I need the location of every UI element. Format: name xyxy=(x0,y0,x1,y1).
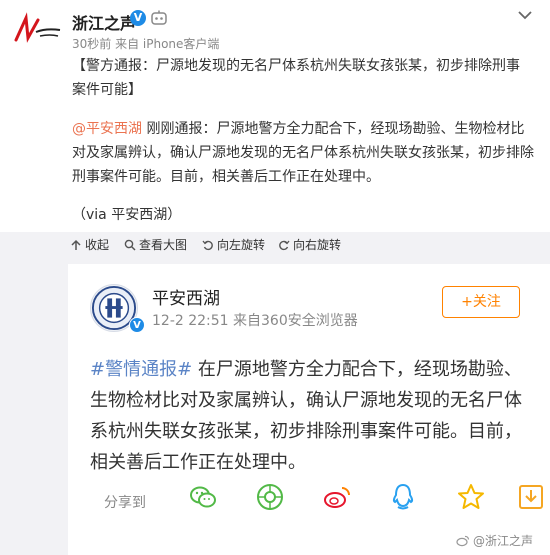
moments-icon xyxy=(257,484,283,510)
wechat-icon xyxy=(190,486,216,508)
card-verified-badge: V xyxy=(129,317,145,333)
rotate-left-button[interactable]: 向左旋转 xyxy=(202,236,265,253)
image-toolbar: 收起 查看大图 向左旋转 向右旋转 xyxy=(0,232,550,256)
watermark-text: @浙江之声 xyxy=(473,534,534,548)
post-body: @平安西湖 刚刚通报：尸源地警方全力配合下，经现场勘验、生物检材比对及家属辨认，… xyxy=(72,117,537,189)
view-large-label: 查看大图 xyxy=(139,238,188,252)
image-area: 收起 查看大图 向左旋转 向右旋转 V 平安西湖 12-2 22:51 来自36… xyxy=(0,232,550,555)
follow-button: +关注 xyxy=(442,286,520,318)
mention-link[interactable]: @平安西湖 xyxy=(72,121,142,137)
post-body-text: 刚刚通报：尸源地警方全力配合下，经现场勘验、生物检材比对及家属辨认，确认尸源地发… xyxy=(72,121,534,185)
rotate-right-button[interactable]: 向右旋转 xyxy=(278,236,341,253)
card-author-name: 平安西湖 xyxy=(152,289,220,309)
save-icon xyxy=(519,485,543,509)
share-label: 分享到 xyxy=(104,495,146,511)
rotate-right-icon xyxy=(279,240,290,250)
zoom-icon xyxy=(124,239,136,251)
rotate-left-icon xyxy=(202,240,213,250)
view-large-button[interactable]: 查看大图 xyxy=(124,236,187,253)
robot-icon xyxy=(151,10,167,25)
card-text: #警情通报# 在尸源地警方全力配合下，经现场勘验、生物检材比对及家属辨认，确认尸… xyxy=(90,354,530,478)
qzone-icon xyxy=(458,484,484,509)
qq-icon xyxy=(392,483,414,510)
author-name[interactable]: 浙江之声 xyxy=(72,10,136,34)
collapse-icon xyxy=(71,239,81,250)
weibo-icon xyxy=(324,487,350,508)
weibo-post: 浙江之声 V 30秒前 来自 iPhone客户端 【警方通报：尸源地发现的无名尸… xyxy=(0,0,550,232)
post-meta: 30秒前 来自 iPhone客户端 xyxy=(72,37,220,51)
collapse-label: 收起 xyxy=(85,238,110,252)
hashtag: #警情通报# xyxy=(90,359,193,380)
author-logo[interactable] xyxy=(12,10,64,50)
embedded-post-image[interactable]: V 平安西湖 12-2 22:51 来自360安全浏览器 +关注 #警情通报# … xyxy=(68,264,550,555)
rotate-left-label: 向左旋转 xyxy=(217,238,266,252)
post-title: 【警方通报：尸源地发现的无名尸体系杭州失联女孩张某，初步排除刑事案件可能】 xyxy=(72,58,520,98)
verified-badge: V xyxy=(130,10,146,26)
post-via: （via 平安西湖） xyxy=(72,207,182,223)
rotate-right-label: 向右旋转 xyxy=(293,238,342,252)
chevron-down-icon[interactable] xyxy=(516,8,534,22)
collapse-button[interactable]: 收起 xyxy=(70,236,109,253)
weibo-watermark-icon xyxy=(456,535,470,546)
card-meta: 12-2 22:51 来自360安全浏览器 xyxy=(152,313,358,329)
watermark: @浙江之声 xyxy=(456,532,533,549)
